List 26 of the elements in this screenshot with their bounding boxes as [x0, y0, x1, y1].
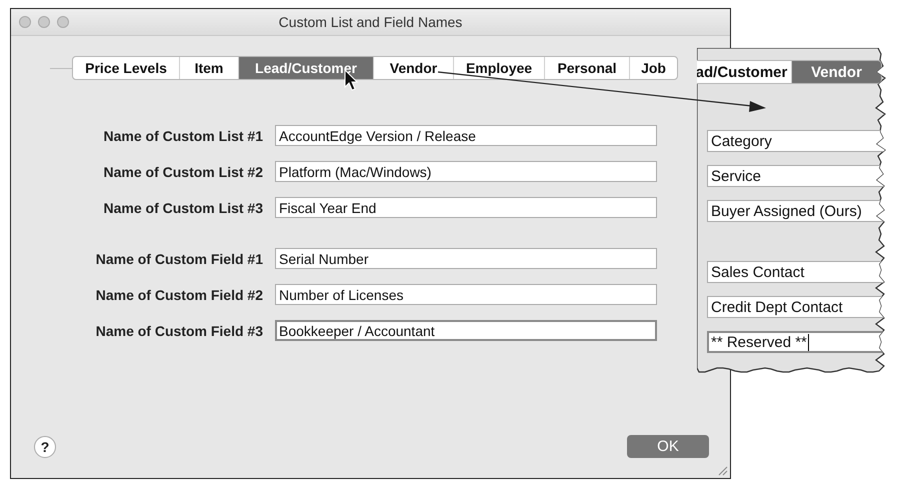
field-label: Name of Custom Field #3 — [96, 322, 263, 338]
text-field[interactable]: Platform (Mac/Windows) — [275, 161, 657, 182]
text-field[interactable]: Bookkeeper / Accountant — [275, 320, 657, 341]
window-control-icon[interactable] — [38, 16, 50, 28]
tab[interactable]: Employee — [453, 57, 544, 79]
tab[interactable]: Vendor — [791, 61, 881, 83]
tab[interactable]: Job — [629, 57, 677, 79]
window-control-icon[interactable] — [57, 16, 69, 28]
tab[interactable]: Lead/Customer — [238, 57, 373, 79]
resize-grip-icon[interactable] — [716, 464, 728, 476]
field-label: Name of Custom List #2 — [104, 164, 263, 180]
tab[interactable]: Vendor — [373, 57, 453, 79]
ok-button[interactable]: OK — [627, 435, 709, 458]
field-label: Name of Custom List #3 — [104, 200, 263, 216]
text-field[interactable]: AccountEdge Version / Release — [275, 125, 657, 146]
field-label: Name of Custom Field #1 — [96, 250, 263, 266]
text-field[interactable]: Serial Number — [275, 248, 657, 269]
tab[interactable]: Price Levels — [73, 57, 179, 79]
field-label: Name of Custom List #1 — [104, 128, 263, 144]
window-title: Custom List and Field Names — [278, 14, 462, 30]
field-label: Name of Custom Field #2 — [96, 286, 263, 302]
help-button[interactable]: ? — [34, 436, 56, 458]
window-control-icon[interactable] — [19, 16, 31, 28]
text-field[interactable]: Number of Licenses — [275, 284, 657, 305]
text-field[interactable]: Fiscal Year End — [275, 197, 657, 218]
tab[interactable]: Personal — [544, 57, 629, 79]
